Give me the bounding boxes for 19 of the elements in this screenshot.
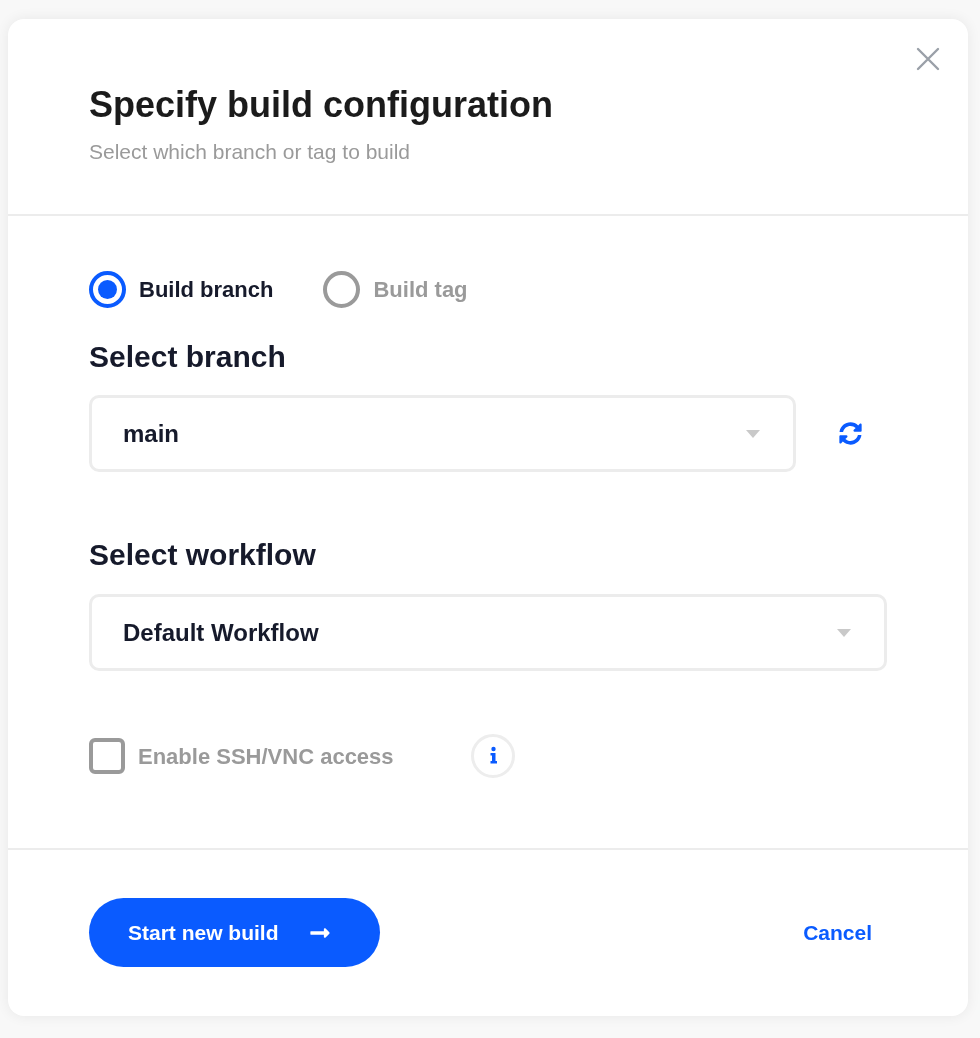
start-build-button[interactable]: Start new build [89,898,380,967]
refresh-icon[interactable] [839,422,862,445]
workflow-label: Select workflow [89,538,317,572]
checkbox[interactable] [89,738,125,774]
branch-label: Select branch [89,340,287,374]
radio-label[interactable]: Build branch [139,273,274,306]
caret-icon [746,429,760,438]
caret-icon [837,628,851,637]
cancel-link[interactable]: Cancel [803,916,872,949]
checkbox-label[interactable]: Enable SSH/VNC access [138,739,471,773]
radio-button[interactable] [89,271,126,308]
workflow-select[interactable]: Default Workflow [89,594,887,671]
dialog-title: Specify build configuration [89,85,553,125]
info-icon[interactable] [471,734,515,778]
radio-button[interactable] [323,271,361,308]
close-icon[interactable] [916,47,940,71]
branch-select[interactable]: main [89,395,796,472]
dialog-subtitle: Select which branch or tag to build [89,140,412,164]
radio-label[interactable]: Build tag [373,273,468,306]
